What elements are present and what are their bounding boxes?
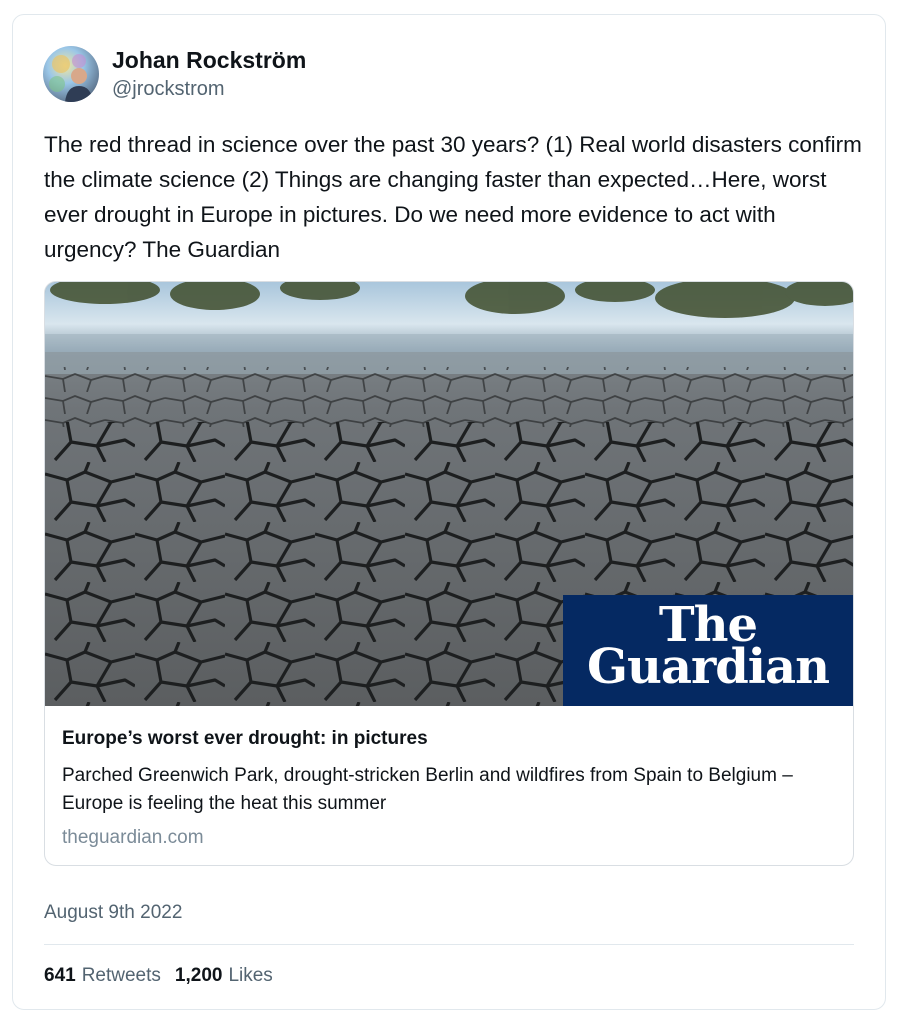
tweet-stats: 641 Retweets 1,200 Likes <box>44 965 273 987</box>
retweets-stat[interactable]: 641 Retweets <box>44 965 161 987</box>
tweet-text: The red thread in science over the past … <box>44 132 862 262</box>
divider <box>44 944 854 945</box>
likes-label: Likes <box>228 965 273 986</box>
link-description: Parched Greenwich Park, drought-stricken… <box>62 765 793 814</box>
author-name[interactable]: Johan Rockström <box>112 47 306 74</box>
likes-count: 1,200 <box>174 965 223 986</box>
retweets-count: 641 <box>44 965 76 986</box>
guardian-logo: The Guardian <box>563 595 853 706</box>
link-preview-card[interactable]: The Guardian Europe’s worst ever drought… <box>44 281 854 866</box>
likes-stat[interactable]: 1,200 Likes <box>175 965 273 987</box>
link-title: Europe’s worst ever drought: in pictures <box>62 728 428 749</box>
retweets-label: Retweets <box>81 965 161 986</box>
author-handle[interactable]: @jrockstrom <box>112 78 225 101</box>
tweet-date[interactable]: August 9th 2022 <box>44 902 182 924</box>
avatar[interactable] <box>43 46 99 102</box>
link-domain: theguardian.com <box>62 827 204 848</box>
